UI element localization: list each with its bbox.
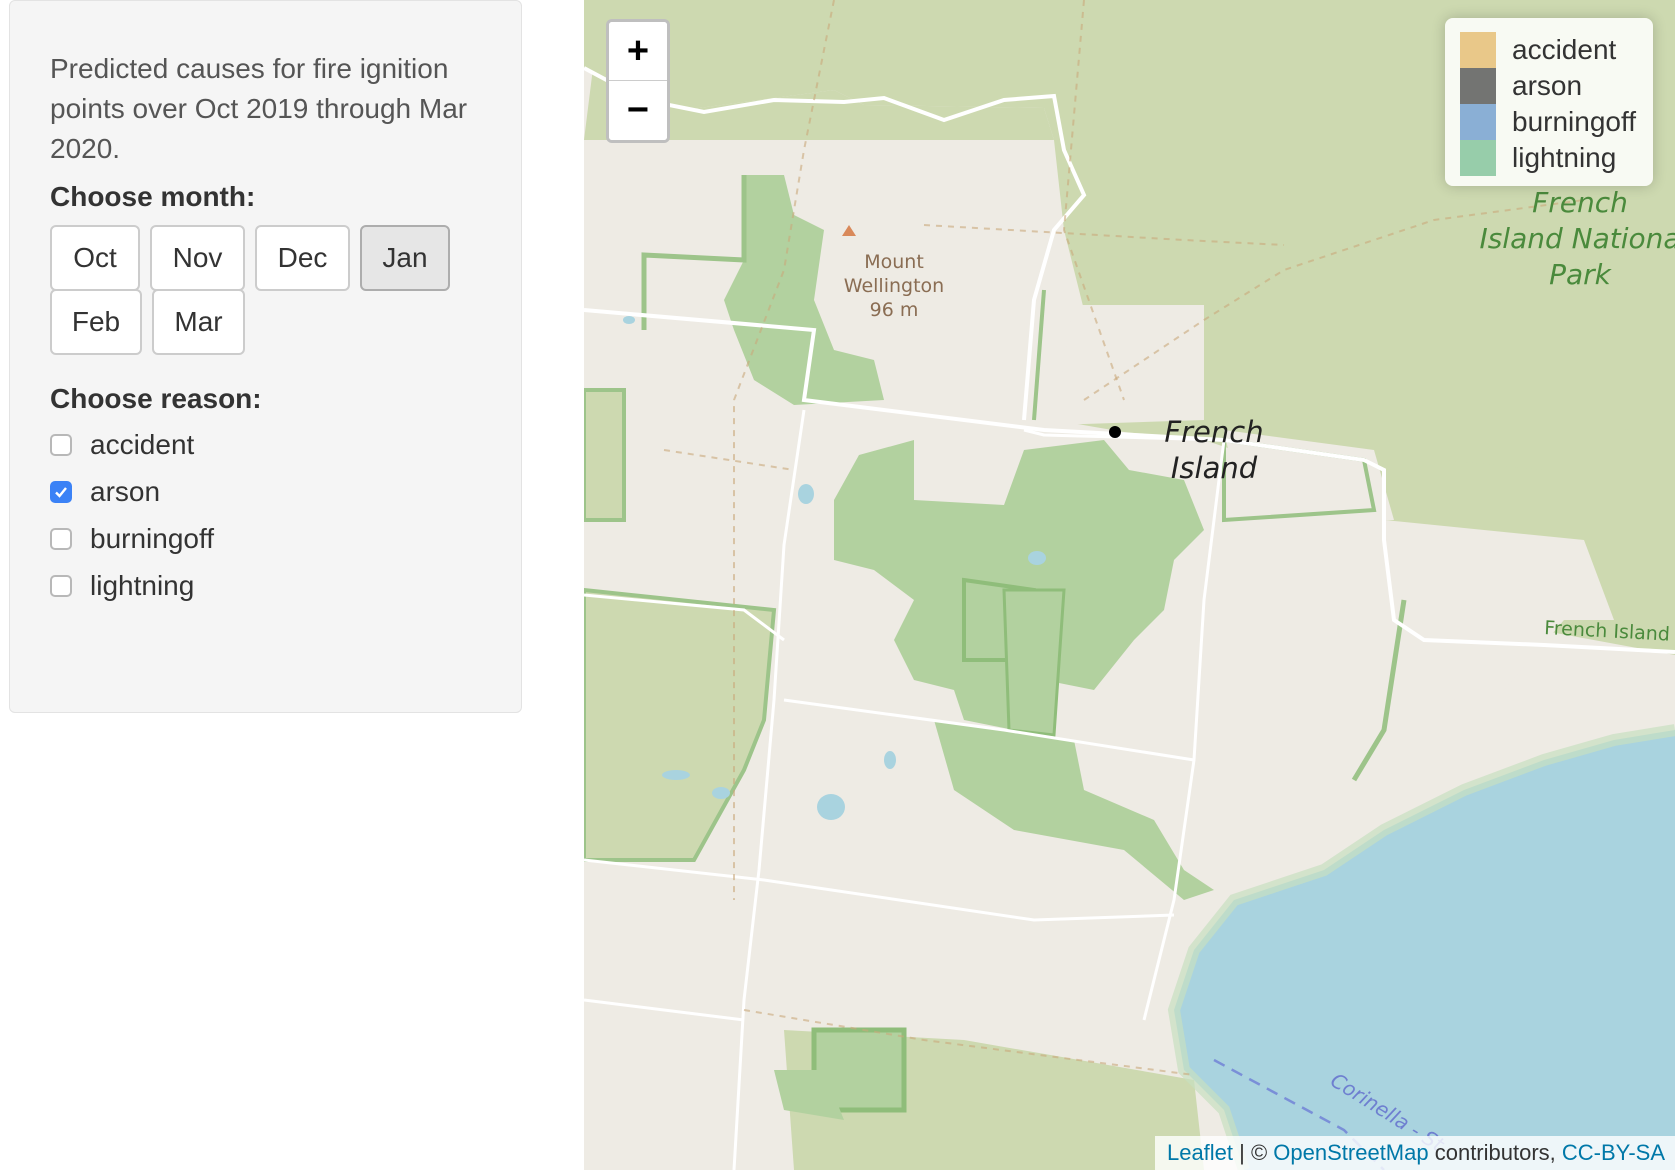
zoom-control: + − [606, 19, 670, 143]
legend-label: burningoff [1512, 106, 1637, 137]
reason-option-accident[interactable]: accident [50, 425, 194, 465]
island-label-2: Island [1171, 451, 1258, 485]
forest-strip [1002, 588, 1066, 737]
month-button-oct[interactable]: Oct [50, 225, 140, 291]
mount-label-3: 96 m [870, 299, 919, 321]
accident-checkbox[interactable] [50, 434, 72, 456]
map-legend: accident arson burningoff lightning [1445, 18, 1653, 186]
ignition-point-marker[interactable] [1109, 426, 1121, 438]
legend-item-arson: arson [1460, 68, 1653, 104]
month-label: Choose month: [50, 181, 256, 212]
legend-swatch [1460, 32, 1496, 68]
legend-item-accident: accident [1460, 32, 1653, 68]
park-block-west [584, 388, 626, 522]
park-label-3: Park [1549, 258, 1613, 291]
mount-label-1: Mount [864, 251, 924, 273]
attribution-contributors: contributors, [1428, 1140, 1562, 1165]
park-label-1: French [1532, 186, 1628, 219]
burningoff-label: burningoff [90, 523, 215, 554]
accident-label: accident [90, 429, 195, 460]
zoom-out-button[interactable]: − [609, 81, 667, 140]
sidebar-panel: Predicted causes for fire ignition point… [9, 0, 522, 713]
legend-swatch [1460, 140, 1496, 176]
pond [623, 316, 635, 324]
lightning-checkbox[interactable] [50, 575, 72, 597]
park-label-2: Island Nationa [1479, 222, 1675, 255]
zoom-in-button[interactable]: + [609, 22, 667, 81]
legend-label: lightning [1512, 142, 1617, 173]
checkmark-icon [55, 487, 67, 498]
lightning-label: lightning [90, 570, 195, 601]
legend-item-burningoff: burningoff [1460, 104, 1653, 140]
arson-label: arson [90, 476, 161, 507]
legend-swatch [1460, 68, 1496, 104]
map-view[interactable]: Mount Wellington 96 m French Island Fren… [584, 0, 1675, 1170]
attribution-separator: | © [1233, 1140, 1274, 1165]
month-button-mar[interactable]: Mar [152, 289, 245, 355]
arson-checkbox[interactable] [50, 481, 72, 503]
leaflet-link[interactable]: Leaflet [1167, 1140, 1233, 1165]
pond [817, 794, 845, 820]
pond [1028, 551, 1046, 565]
month-button-nov[interactable]: Nov [150, 225, 245, 291]
reason-option-lightning[interactable]: lightning [50, 566, 194, 606]
mount-label-2: Wellington [844, 275, 944, 297]
island-label-1: French [1164, 415, 1263, 449]
legend-label: accident [1512, 34, 1617, 65]
map-attribution: Leaflet | © OpenStreetMap contributors, … [1154, 1136, 1675, 1170]
legend-swatch [1460, 104, 1496, 140]
burningoff-checkbox[interactable] [50, 528, 72, 550]
clearing [914, 290, 1074, 425]
description-text: Predicted causes for fire ignition point… [50, 53, 468, 164]
reason-option-arson[interactable]: arson [50, 472, 160, 512]
month-button-feb[interactable]: Feb [50, 289, 142, 355]
license-link[interactable]: CC-BY-SA [1562, 1140, 1665, 1165]
month-button-dec[interactable]: Dec [255, 225, 350, 291]
pond [884, 751, 896, 769]
pond [798, 484, 814, 504]
reason-label: Choose reason: [50, 383, 262, 414]
legend-item-lightning: lightning [1460, 140, 1653, 176]
pond [712, 787, 730, 799]
osm-link[interactable]: OpenStreetMap [1273, 1140, 1428, 1165]
legend-label: arson [1512, 70, 1583, 101]
month-button-jan[interactable]: Jan [360, 225, 450, 291]
pond [662, 770, 690, 780]
reason-option-burningoff[interactable]: burningoff [50, 519, 214, 559]
